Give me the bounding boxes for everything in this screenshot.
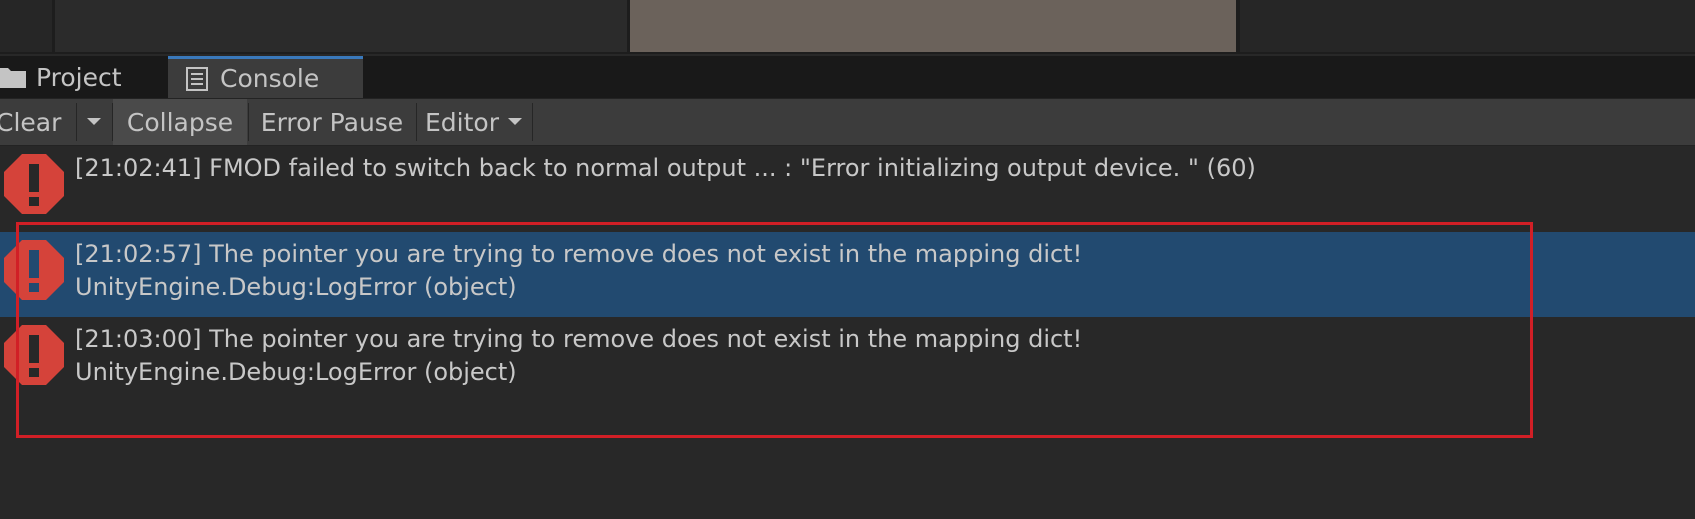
left-panel-fragment bbox=[0, 0, 52, 52]
highlight-box bbox=[16, 222, 1533, 438]
tab-project-label: Project bbox=[36, 62, 122, 92]
clear-options-dropdown[interactable] bbox=[77, 99, 111, 145]
inspector-panel-fragment bbox=[1240, 0, 1695, 52]
error-pause-toggle-label: Error Pause bbox=[260, 107, 404, 137]
top-panel-strip bbox=[0, 0, 1695, 54]
editor-dropdown[interactable]: Editor bbox=[417, 99, 531, 145]
hierarchy-panel-fragment bbox=[55, 0, 627, 52]
console-toolbar: Clear Collapse Error Pause Editor bbox=[0, 98, 1695, 146]
chevron-down-icon bbox=[87, 118, 101, 125]
clear-button[interactable]: Clear bbox=[0, 99, 72, 145]
log-entry[interactable]: [21:02:41] FMOD failed to switch back to… bbox=[0, 146, 1695, 231]
error-icon bbox=[4, 154, 64, 214]
collapse-toggle[interactable]: Collapse bbox=[113, 99, 247, 145]
tab-console-label: Console bbox=[220, 64, 320, 93]
log-message: [21:02:41] FMOD failed to switch back to… bbox=[75, 154, 1256, 182]
console-tab-bar: Project Console bbox=[0, 56, 1695, 98]
tab-console[interactable]: Console bbox=[168, 56, 363, 98]
console-icon bbox=[186, 66, 208, 91]
clear-button-label: Clear bbox=[0, 107, 62, 137]
error-pause-toggle[interactable]: Error Pause bbox=[249, 99, 415, 145]
toolbar-divider bbox=[532, 103, 533, 141]
folder-icon bbox=[0, 68, 26, 88]
collapse-toggle-label: Collapse bbox=[126, 107, 234, 137]
chevron-down-icon bbox=[508, 118, 522, 125]
editor-dropdown-label: Editor bbox=[425, 107, 499, 137]
tab-project[interactable]: Project bbox=[0, 56, 165, 98]
game-viewport[interactable] bbox=[630, 0, 1236, 52]
